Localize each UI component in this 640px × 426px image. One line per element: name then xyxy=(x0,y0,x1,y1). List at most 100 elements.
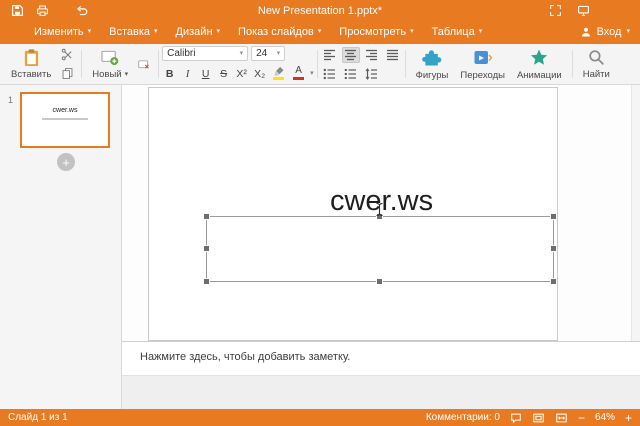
chevron-down-icon: ▾ xyxy=(216,28,221,35)
align-right-button[interactable] xyxy=(363,47,381,63)
fit-width-button[interactable] xyxy=(555,412,568,424)
star-icon xyxy=(531,49,548,65)
clipboard-group: Вставить xyxy=(4,46,78,82)
cut-button[interactable] xyxy=(58,48,76,62)
delete-slide-button[interactable] xyxy=(135,57,153,71)
resize-handle-top-left[interactable] xyxy=(204,214,209,219)
font-name-value: Calibri xyxy=(167,48,196,59)
font-color-bar xyxy=(293,77,305,80)
menu-table[interactable]: Таблица ▾ xyxy=(432,26,483,38)
slide-canvas[interactable]: cwer.ws xyxy=(122,85,640,341)
statusbar-right: Комментарии: 0 − 64% + xyxy=(426,412,632,424)
slide[interactable]: cwer.ws xyxy=(148,87,558,341)
present-screen-icon[interactable] xyxy=(576,4,590,18)
highlighter-icon xyxy=(274,66,284,76)
subtitle-textbox-selection[interactable] xyxy=(204,202,556,284)
fit-slide-icon xyxy=(533,413,544,422)
highlight-color-button[interactable] xyxy=(270,64,287,82)
align-left-icon xyxy=(324,49,336,60)
line-spacing-button[interactable] xyxy=(363,66,381,82)
chevron-down-icon: ▾ xyxy=(410,28,414,35)
fit-width-icon xyxy=(556,413,567,422)
slide-thumbnail[interactable]: cwer.ws xyxy=(20,92,110,148)
resize-handle-bottom-middle[interactable] xyxy=(377,279,382,284)
resize-handle-middle-right[interactable] xyxy=(551,246,556,251)
font-group: Calibri ▾ 24 ▾ B I U S X² X₂ A ▾ xyxy=(162,46,314,82)
find-button[interactable]: Найти xyxy=(578,47,615,81)
resize-handle-bottom-left[interactable] xyxy=(204,279,209,284)
menu-review[interactable]: Просмотреть ▾ xyxy=(339,26,413,38)
add-slide-button[interactable]: + xyxy=(57,153,75,171)
presentation-editor-window: New Presentation 1.pptx* Изменить ▾ Встав… xyxy=(0,0,640,426)
menu-insert[interactable]: Вставка ▾ xyxy=(109,26,157,38)
resize-handle-top-right[interactable] xyxy=(551,214,556,219)
notes-placeholder[interactable]: Нажмите здесь, чтобы добавить заметку. xyxy=(122,342,640,375)
align-justify-button[interactable] xyxy=(384,47,402,63)
transitions-label: Переходы xyxy=(460,69,505,81)
comments-button[interactable] xyxy=(510,412,522,424)
animations-button[interactable]: Анимации xyxy=(512,47,567,82)
menu-design[interactable]: Дизайн ▾ xyxy=(176,26,221,38)
align-right-icon xyxy=(366,49,378,60)
login-button[interactable]: Вход ▾ xyxy=(580,26,630,38)
chevron-down-icon: ▾ xyxy=(87,28,92,35)
menu-slideshow[interactable]: Показ слайдов ▾ xyxy=(238,26,321,38)
document-title: New Presentation 1.pptx* xyxy=(257,4,383,17)
vertical-scrollbar[interactable] xyxy=(631,85,640,341)
paste-button[interactable]: Вставить xyxy=(6,47,56,81)
font-name-select[interactable]: Calibri ▾ xyxy=(162,46,249,61)
cut-copy-column xyxy=(58,48,76,81)
resize-handle-middle-left[interactable] xyxy=(204,246,209,251)
align-left-button[interactable] xyxy=(321,47,339,63)
plus-icon: + xyxy=(62,154,70,170)
font-color-button[interactable]: A xyxy=(290,64,307,82)
print-icon[interactable] xyxy=(35,4,49,18)
underline-button[interactable]: U xyxy=(198,65,213,81)
toolbar-separator xyxy=(81,50,83,78)
bullets-button[interactable] xyxy=(321,66,339,82)
main-editor: cwer.ws Нажмите здесь, чтобы добавить за… xyxy=(122,85,640,409)
save-icon[interactable] xyxy=(10,4,24,18)
scissors-icon xyxy=(61,48,72,61)
chevron-down-icon: ▾ xyxy=(239,50,244,57)
zoom-in-button[interactable]: + xyxy=(625,412,632,424)
titlebar-left-actions xyxy=(10,4,140,18)
new-slide-button[interactable]: Новый ▾ xyxy=(87,47,133,81)
find-group: Найти xyxy=(576,46,617,82)
slide-group: Новый ▾ xyxy=(85,46,155,82)
fullscreen-icon[interactable] xyxy=(548,4,562,18)
highlight-color-bar xyxy=(273,77,285,80)
font-color-letter: A xyxy=(295,65,302,76)
italic-button[interactable]: I xyxy=(180,65,195,81)
notes-panel: Нажмите здесь, чтобы добавить заметку. xyxy=(122,341,640,409)
numbering-button[interactable] xyxy=(342,66,360,82)
subscript-button[interactable]: X₂ xyxy=(252,65,267,81)
numbering-icon xyxy=(344,68,357,79)
superscript-button[interactable]: X² xyxy=(234,65,249,81)
copy-button[interactable] xyxy=(58,67,76,81)
shapes-button[interactable]: Фигуры xyxy=(411,47,454,82)
titlebar: New Presentation 1.pptx* xyxy=(0,0,640,21)
toolbar-separator xyxy=(404,50,406,78)
resize-handle-bottom-right[interactable] xyxy=(551,279,556,284)
fit-slide-button[interactable] xyxy=(532,412,545,424)
toolbar-separator xyxy=(158,50,160,78)
slide-actions-column xyxy=(135,57,153,71)
transition-slide-icon xyxy=(474,50,493,64)
font-size-select[interactable]: 24 ▾ xyxy=(251,46,286,61)
menu-slideshow-label: Показ слайдов xyxy=(238,25,314,38)
chevron-down-icon: ▾ xyxy=(154,28,158,35)
find-label: Найти xyxy=(582,69,610,80)
menu-edit[interactable]: Изменить ▾ xyxy=(34,26,91,38)
transitions-button[interactable]: Переходы xyxy=(455,47,510,82)
font-size-value: 24 xyxy=(256,48,268,59)
bold-button[interactable]: B xyxy=(162,65,177,81)
menu-review-label: Просмотреть xyxy=(339,25,407,38)
person-icon xyxy=(581,27,590,36)
undo-icon[interactable] xyxy=(74,4,88,18)
align-center-button[interactable] xyxy=(341,46,360,63)
strikethrough-button[interactable]: S xyxy=(216,65,231,81)
chevron-down-icon[interactable]: ▾ xyxy=(310,70,314,77)
chevron-down-icon: ▾ xyxy=(317,28,322,35)
zoom-out-button[interactable]: − xyxy=(578,412,585,424)
